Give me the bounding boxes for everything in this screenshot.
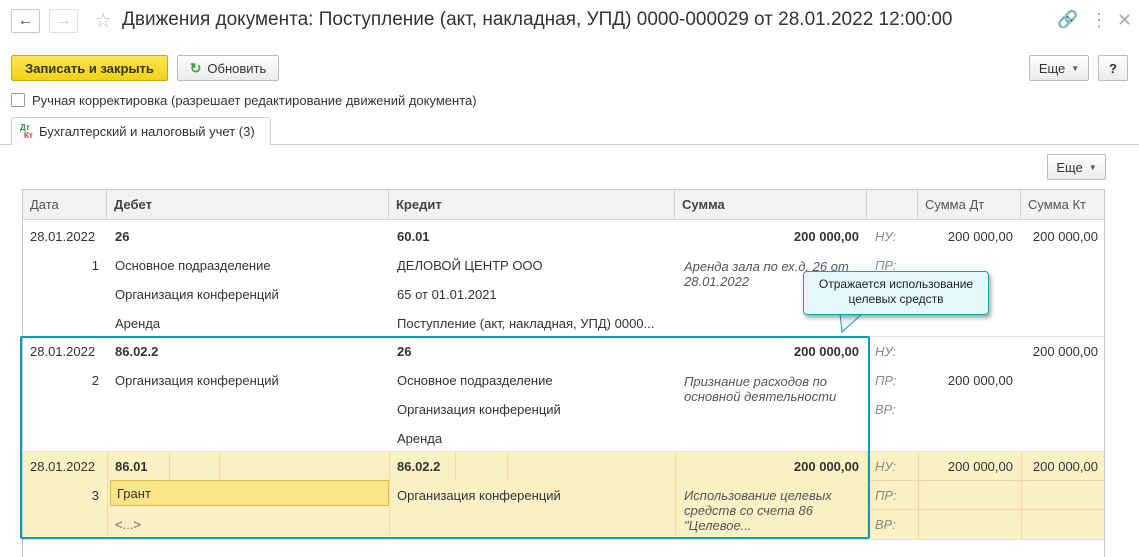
- close-icon[interactable]: ✕: [1117, 10, 1132, 31]
- back-button[interactable]: ←: [11, 9, 40, 33]
- back-arrow-icon: ←: [17, 12, 34, 29]
- header-debit[interactable]: Дебет: [107, 190, 389, 220]
- header-amount-dt[interactable]: Сумма Дт: [918, 190, 1021, 220]
- caret-down-icon: ▼: [1088, 162, 1097, 172]
- postings-table: Дата Дебет Кредит Сумма Сумма Дт Сумма К…: [22, 189, 1105, 557]
- subconto-edit-field[interactable]: Грант: [110, 480, 389, 506]
- callout-note: Отражается использование целевых средств: [803, 271, 989, 315]
- forward-button[interactable]: →: [49, 9, 78, 33]
- header-credit[interactable]: Кредит: [389, 190, 675, 220]
- grid-more-button[interactable]: Еще ▼: [1047, 154, 1106, 180]
- favorite-star-icon[interactable]: ☆: [94, 8, 112, 33]
- link-icon[interactable]: 🔗: [1057, 10, 1078, 30]
- more-vertical-icon[interactable]: ⋮: [1090, 10, 1108, 31]
- more-menu-button[interactable]: Еще ▼: [1029, 55, 1089, 81]
- tab-label: Бухгалтерский и налоговый учет (3): [39, 124, 255, 139]
- help-button[interactable]: ?: [1098, 55, 1128, 81]
- header-date[interactable]: Дата: [23, 190, 107, 220]
- dt-kt-icon: Дт Кт: [20, 123, 33, 140]
- refresh-icon: ↻: [189, 59, 202, 76]
- manual-correction-label: Ручная корректировка (разрешает редактир…: [32, 93, 477, 108]
- table-row-selected[interactable]: 28.01.2022 3 86.01 Грант <...> 86.02.2 О…: [23, 452, 1104, 540]
- table-header: Дата Дебет Кредит Сумма Сумма Дт Сумма К…: [23, 190, 1104, 220]
- header-amount[interactable]: Сумма: [675, 190, 867, 220]
- header-blank[interactable]: [867, 190, 918, 220]
- caret-down-icon: ▼: [1071, 63, 1080, 73]
- header-amount-kt[interactable]: Сумма Кт: [1021, 190, 1104, 220]
- window-title: Движения документа: Поступление (акт, на…: [122, 9, 953, 30]
- refresh-button[interactable]: ↻ Обновить: [177, 55, 279, 81]
- forward-arrow-icon: →: [55, 12, 72, 29]
- tab-accounting[interactable]: Дт Кт Бухгалтерский и налоговый учет (3): [11, 117, 271, 145]
- manual-correction-checkbox[interactable]: [11, 93, 25, 107]
- save-and-close-button[interactable]: Записать и закрыть: [11, 55, 168, 81]
- table-row[interactable]: 28.01.2022 2 86.02.2 Организация конфере…: [23, 337, 1104, 452]
